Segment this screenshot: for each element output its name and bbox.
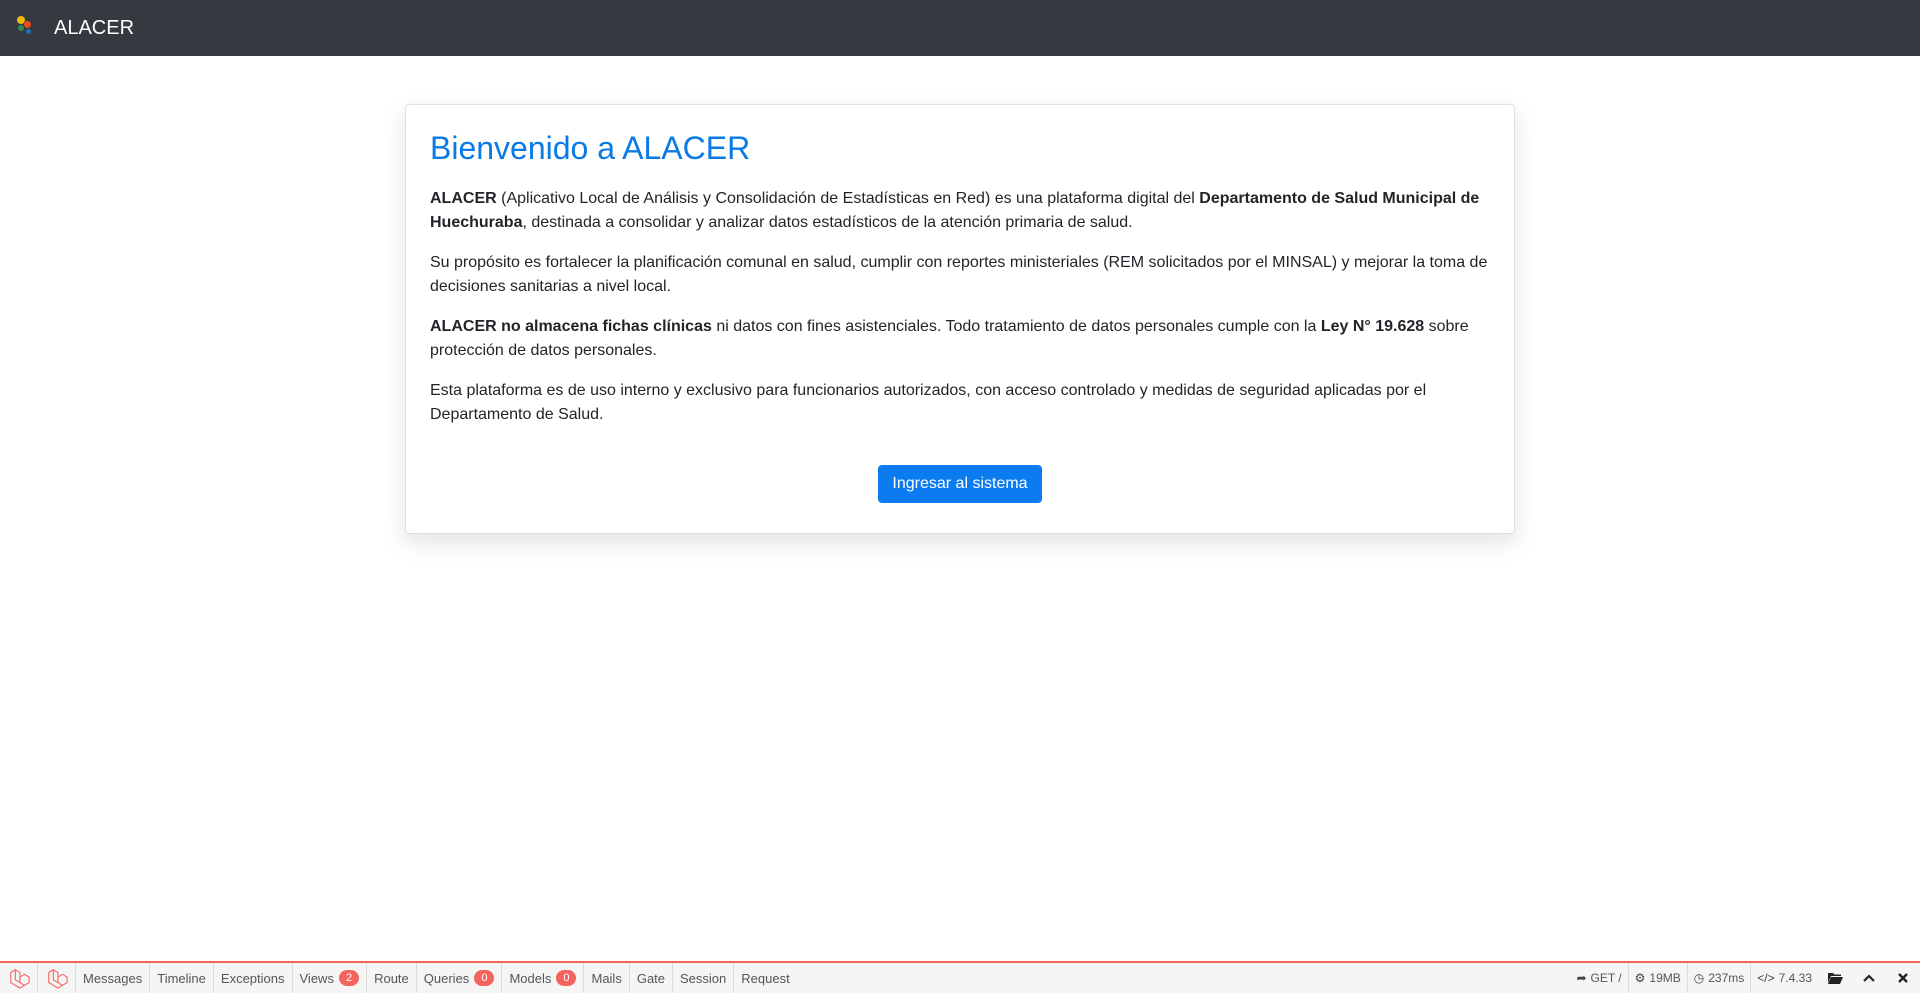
route-method[interactable]: ➦ GET / [1570, 963, 1627, 993]
login-button-wrapper: Ingresar al sistema [430, 465, 1490, 504]
intro-bold-alacer: ALACER [430, 190, 497, 208]
php-version-label: 7.4.33 [1778, 971, 1812, 985]
tab-views-label: Views [299, 970, 334, 986]
tab-models-label: Models [509, 970, 552, 986]
brand-name: ALACER [54, 16, 135, 39]
php-version: </> 7.4.33 [1750, 963, 1818, 993]
tab-session-label: Session [680, 970, 727, 986]
tab-request[interactable]: Request [734, 963, 796, 993]
privacy-bold-law: Ley N° 19.628 [1320, 318, 1425, 336]
tab-messages[interactable]: Messages [76, 963, 151, 993]
clock-icon: ◷ [1693, 971, 1705, 985]
tab-views[interactable]: Views 2 [293, 963, 368, 993]
tab-gate[interactable]: Gate [630, 963, 674, 993]
privacy-bold-1: ALACER no almacena fichas clínicas [430, 318, 712, 336]
purpose-paragraph: Su propósito es fortalecer la planificac… [430, 254, 1488, 296]
navbar-brand[interactable]: ALACER [14, 12, 134, 44]
tab-exceptions[interactable]: Exceptions [214, 963, 293, 993]
alacer-logo [14, 12, 46, 44]
tab-exceptions-label: Exceptions [220, 970, 285, 986]
tab-queries-label: Queries [423, 970, 470, 986]
share-icon: ➦ [1576, 971, 1587, 985]
debugbar: Messages Timeline Exceptions Views 2 Rout… [0, 961, 1920, 993]
queries-count-badge: 0 [474, 970, 495, 986]
welcome-title: Bienvenido a ALACER [430, 130, 751, 166]
request-time-label: 237ms [1708, 971, 1745, 985]
privacy-text-1: ni datos con fines asistenciales. Todo t… [711, 318, 1321, 336]
folder-open-icon[interactable] [1818, 963, 1852, 993]
tab-timeline-label: Timeline [157, 970, 206, 986]
tab-models[interactable]: Models 0 [502, 963, 585, 993]
cogs-icon: ⚙ [1634, 971, 1646, 985]
request-time[interactable]: ◷ 237ms [1686, 963, 1751, 993]
intro-text-1: (Aplicativo Local de Análisis y Consolid… [496, 190, 1200, 208]
debugbar-status: ➦ GET / ⚙ 19MB ◷ 237ms </> 7.4.33 [1570, 963, 1920, 993]
code-icon: </> [1757, 971, 1775, 985]
tab-timeline[interactable]: Timeline [150, 963, 214, 993]
tab-gate-label: Gate [636, 970, 666, 986]
intro-paragraph: ALACER (Aplicativo Local de Análisis y C… [430, 187, 1490, 235]
chevron-up-icon[interactable] [1852, 963, 1886, 993]
tab-mails-label: Mails [591, 970, 622, 986]
tab-session[interactable]: Session [673, 963, 735, 993]
access-paragraph: Esta plataforma es de uso interno y excl… [430, 382, 1427, 424]
tab-mails[interactable]: Mails [584, 963, 630, 993]
views-count-badge: 2 [338, 970, 360, 986]
top-navbar: ALACER [0, 0, 1920, 56]
welcome-card: Bienvenido a ALACER ALACER (Aplicativo L… [405, 104, 1515, 534]
close-icon[interactable] [1886, 963, 1920, 993]
tab-route[interactable]: Route [367, 963, 417, 993]
memory-usage-label: 19MB [1649, 971, 1681, 985]
tab-request-label: Request [741, 970, 790, 986]
tab-queries[interactable]: Queries 0 [417, 963, 503, 993]
memory-usage: ⚙ 19MB [1627, 963, 1687, 993]
laravel-logo-icon[interactable] [0, 963, 38, 993]
intro-text-2: , destinada a consolidar y analizar dato… [522, 214, 1133, 232]
route-method-label: GET / [1590, 971, 1622, 985]
login-button[interactable]: Ingresar al sistema [878, 465, 1042, 504]
tab-route-label: Route [374, 970, 409, 986]
models-count-badge: 0 [556, 970, 577, 986]
laravel-logo-alt-icon[interactable] [38, 963, 76, 993]
privacy-paragraph: ALACER no almacena fichas clínicas ni da… [430, 315, 1490, 363]
tab-messages-label: Messages [83, 970, 143, 986]
